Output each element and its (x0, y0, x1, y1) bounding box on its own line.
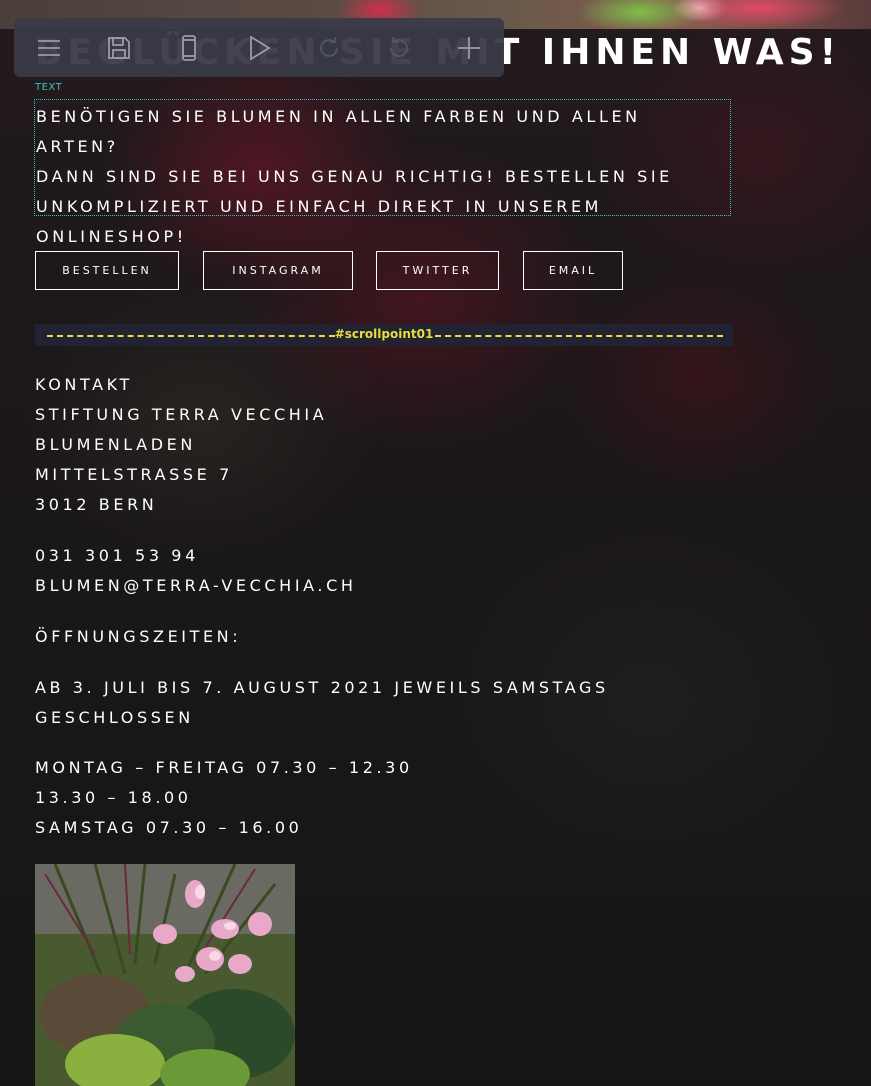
email-button[interactable]: EMAIL (523, 251, 623, 290)
text-line: UNKOMPLIZIERT UND EINFACH DIREKT IN UNSE… (36, 197, 603, 216)
redo-icon (320, 36, 338, 57)
contact-line: KONTAKT (35, 375, 133, 394)
undo-button[interactable] (364, 18, 434, 77)
add-button[interactable] (434, 18, 504, 77)
instagram-button[interactable]: INSTAGRAM (203, 251, 353, 290)
editor-toolbar (14, 18, 504, 77)
text-line: BENÖTIGEN SIE BLUMEN IN ALLEN FARBEN UND… (36, 107, 641, 156)
email-link[interactable]: BLUMEN@TERRA-VECCHIA.CH (35, 571, 755, 601)
mobile-preview-button[interactable] (154, 18, 224, 77)
hours-line: MONTAG – FREITAG 07.30 – 12.30 (35, 758, 413, 777)
save-icon (108, 36, 130, 59)
save-button[interactable] (84, 18, 154, 77)
hours-title: ÖFFNUNGSZEITEN: (35, 627, 242, 646)
contact-address: KONTAKT STIFTUNG TERRA VECCHIA BLUMENLAD… (35, 370, 755, 520)
contact-line: MITTELSTRASSE 7 (35, 465, 233, 484)
text-block-tag: TEXT (35, 82, 63, 93)
menu-icon (38, 39, 60, 56)
twitter-button[interactable]: TWITTER (376, 251, 499, 290)
phone-number[interactable]: 031 301 53 94 (35, 541, 755, 571)
hours-line: 13.30 – 18.00 (35, 788, 192, 807)
order-button[interactable]: BESTELLEN (35, 251, 179, 290)
hours-line: SAMSTAG 07.30 – 16.00 (35, 818, 303, 837)
mobile-preview-icon (182, 34, 196, 61)
play-icon (250, 34, 271, 61)
flower-photo (35, 864, 295, 1086)
text-block[interactable]: BENÖTIGEN SIE BLUMEN IN ALLEN FARBEN UND… (34, 99, 731, 246)
notice-line: AB 3. JULI BIS 7. AUGUST 2021 JEWEILS SA… (35, 678, 609, 697)
contact-line: STIFTUNG TERRA VECCHIA (35, 405, 328, 424)
contact-details: 031 301 53 94 BLUMEN@TERRA-VECCHIA.CH (35, 541, 755, 601)
play-button[interactable] (224, 18, 294, 77)
menu-button[interactable] (14, 18, 84, 77)
text-line: DANN SIND SIE BEI UNS GENAU RICHTIG! BES… (36, 167, 673, 186)
scrollpoint-marker[interactable]: #scrollpoint01 (35, 324, 733, 346)
scrollpoint-label: #scrollpoint01 (334, 327, 434, 341)
closure-notice: AB 3. JULI BIS 7. AUGUST 2021 JEWEILS SA… (35, 673, 755, 733)
redo-button[interactable] (294, 18, 364, 77)
undo-icon (390, 36, 408, 57)
opening-hours: MONTAG – FREITAG 07.30 – 12.30 13.30 – 1… (35, 753, 755, 843)
contact-line: BLUMENLADEN (35, 435, 196, 454)
contact-line: 3012 BERN (35, 495, 158, 514)
text-line: ONLINESHOP! (36, 227, 187, 246)
notice-line: GESCHLOSSEN (35, 708, 194, 727)
add-icon (458, 36, 480, 59)
